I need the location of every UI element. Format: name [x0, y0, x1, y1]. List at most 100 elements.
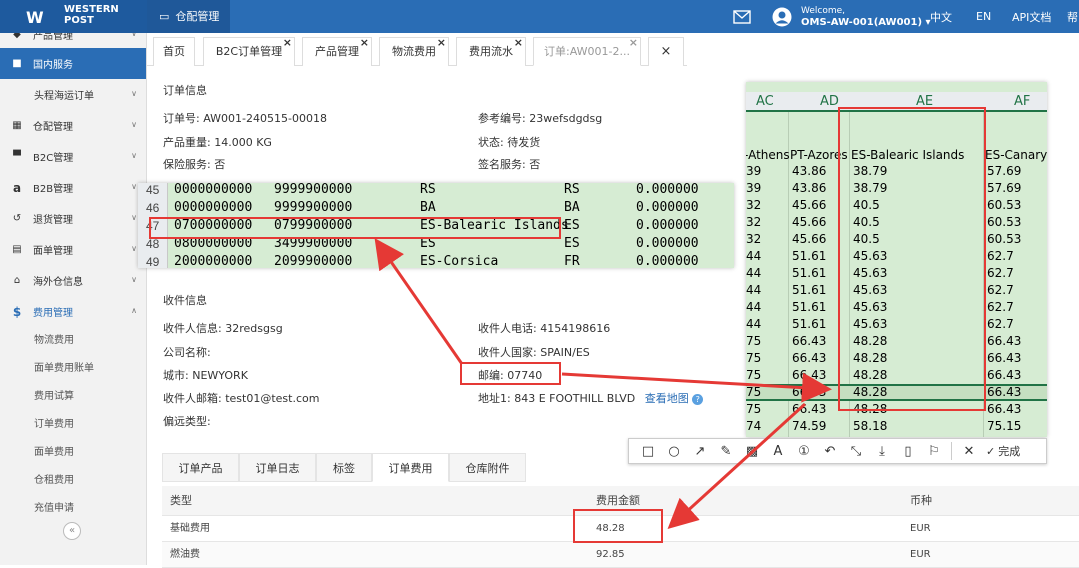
rate-cell[interactable]: 66.43	[987, 368, 1021, 382]
number-tool-icon[interactable]: ①	[791, 439, 817, 463]
rate-cell[interactable]: 43.86	[792, 164, 826, 178]
close-icon[interactable]: ×	[437, 37, 446, 48]
sheet-cell[interactable]: 0.000000	[636, 254, 699, 268]
help-link[interactable]: 帮	[1067, 0, 1078, 33]
tab-order-detail[interactable]: 订单:AW001-2... ×	[533, 37, 641, 66]
sidebar-item-returns[interactable]: ↺ 退货管理 ∨	[0, 203, 146, 234]
brand-logo[interactable]: W WESTERN POST	[0, 0, 147, 33]
rate-cell[interactable]: 45.66	[792, 232, 826, 246]
rate-cell[interactable]: 45.63	[853, 266, 887, 280]
close-icon[interactable]: ×	[360, 37, 369, 48]
rate-cell[interactable]: 66.43	[792, 385, 826, 399]
row-number[interactable]: 47	[146, 219, 159, 233]
rate-cell[interactable]: 44	[746, 317, 761, 331]
rate-cell[interactable]: 60.53	[987, 232, 1021, 246]
sheet-cell[interactable]: 0800000000	[174, 236, 252, 251]
sidebar-item-fees[interactable]: $ 费用管理 ∧	[0, 296, 146, 327]
column-letter[interactable]: AD	[820, 94, 839, 109]
rate-cell[interactable]: 40.5	[853, 215, 880, 229]
view-map-link[interactable]: 查看地图	[645, 392, 689, 405]
pen-tool-icon[interactable]: ✎	[713, 439, 739, 463]
subtab-order-log[interactable]: 订单日志	[239, 453, 316, 482]
sheet-cell[interactable]: ES-Corsica	[420, 254, 498, 268]
rate-cell[interactable]: 32	[746, 232, 761, 246]
rate-cell[interactable]: 75	[746, 351, 761, 365]
help-icon[interactable]: ?	[692, 394, 704, 405]
subtab-order-products[interactable]: 订单产品	[162, 453, 239, 482]
rate-cell[interactable]: 62.7	[987, 300, 1014, 314]
user-menu[interactable]: Welcome, OMS-AW-001(AW001) ▾	[801, 0, 931, 33]
rate-cell[interactable]: 66.43	[987, 334, 1021, 348]
api-doc-link[interactable]: API文档	[1012, 0, 1051, 33]
rate-cell[interactable]: 62.7	[987, 283, 1014, 297]
sheet-cell[interactable]: 9999900000	[274, 183, 352, 197]
sidebar-item-b2c[interactable]: ▀ B2C管理 ∨	[0, 141, 146, 172]
sheet-cell[interactable]: ES	[420, 236, 436, 251]
done-button[interactable]: ✓ 完成	[986, 443, 1020, 459]
rate-cell[interactable]: 51.61	[792, 249, 826, 263]
sidebar-item-domestic[interactable]: ■ 国内服务	[0, 48, 146, 79]
column-letter[interactable]: AC	[756, 94, 774, 109]
rate-cell[interactable]: 44	[746, 249, 761, 263]
sheet-cell[interactable]: 0.000000	[636, 236, 699, 251]
rate-cell[interactable]: 51.61	[792, 300, 826, 314]
cancel-icon[interactable]: ✕	[956, 439, 982, 463]
mosaic-tool-icon[interactable]: ▩	[739, 439, 765, 463]
rate-cell[interactable]: 39	[746, 181, 761, 195]
sheet-cell[interactable]: 2000000000	[174, 254, 252, 268]
sidebar-sub-order-fee[interactable]: 订单费用	[0, 411, 146, 439]
rate-cell[interactable]: 74	[746, 419, 761, 433]
rate-cell[interactable]: 40.5	[853, 232, 880, 246]
rate-cell[interactable]: 62.7	[987, 317, 1014, 331]
rate-cell[interactable]: 66.43	[792, 351, 826, 365]
sheet-cell[interactable]: ES	[564, 236, 580, 251]
region-header[interactable]: ES-Canary	[985, 148, 1047, 162]
row-number[interactable]: 49	[146, 255, 159, 268]
rate-cell[interactable]: 74.59	[792, 419, 826, 433]
rate-cell[interactable]: 75	[746, 402, 761, 416]
rate-cell[interactable]: 62.7	[987, 266, 1014, 280]
close-icon[interactable]: ×	[514, 37, 523, 48]
rate-cell[interactable]: 75	[746, 334, 761, 348]
rate-cell[interactable]: 66.43	[987, 402, 1021, 416]
rate-cell[interactable]: 38.79	[853, 181, 887, 195]
rate-cell[interactable]: 57.69	[987, 181, 1021, 195]
rate-cell[interactable]: 62.7	[987, 249, 1014, 263]
download-icon[interactable]: ⤓	[869, 439, 895, 463]
user-avatar-icon[interactable]	[772, 0, 792, 33]
rate-cell[interactable]: 45.63	[853, 317, 887, 331]
subtab-warehouse-attachment[interactable]: 仓库附件	[449, 453, 526, 482]
sheet-cell[interactable]: RS	[564, 183, 580, 197]
rate-cell[interactable]: 39	[746, 164, 761, 178]
column-letter[interactable]: AE	[916, 94, 933, 109]
sidebar-sub-recharge[interactable]: 充值申请	[0, 495, 146, 523]
sidebar-item-warehouse[interactable]: ▦ 仓配管理 ∨	[0, 110, 146, 141]
sidebar-item-first-leg[interactable]: 头程海运订单 ∨	[0, 79, 146, 110]
rate-cell[interactable]: 43.86	[792, 181, 826, 195]
rate-cell[interactable]: 45.63	[853, 283, 887, 297]
sidebar-sub-fee-calc[interactable]: 费用试算	[0, 383, 146, 411]
rate-cell[interactable]: 75	[746, 368, 761, 382]
sidebar-item-b2b[interactable]: a B2B管理 ∨	[0, 172, 146, 203]
rate-cell[interactable]: 66.43	[987, 385, 1021, 399]
region-header[interactable]: PT-Azores	[790, 148, 848, 162]
sheet-cell[interactable]: 0700000000	[174, 218, 252, 233]
sheet-cell[interactable]: RS	[420, 183, 436, 197]
sheet-cell[interactable]: 0.000000	[636, 183, 699, 197]
sheet-cell[interactable]: ES	[564, 218, 580, 233]
rate-cell[interactable]: 51.61	[792, 283, 826, 297]
row-number[interactable]: 48	[146, 237, 159, 251]
rate-cell[interactable]: 44	[746, 300, 761, 314]
rate-cell[interactable]: 45.63	[853, 300, 887, 314]
tab-fee-flow[interactable]: 费用流水 ×	[456, 37, 526, 66]
sheet-cell[interactable]: BA	[420, 200, 436, 215]
region-header[interactable]: ES-Balearic Islands	[851, 148, 964, 162]
rate-cell[interactable]: 48.28	[853, 351, 887, 365]
sidebar-sub-storage-fee[interactable]: 仓租费用	[0, 467, 146, 495]
row-number[interactable]: 46	[146, 201, 159, 215]
close-icon[interactable]: ×	[283, 37, 292, 48]
rate-cell[interactable]: 60.53	[987, 198, 1021, 212]
sheet-cell[interactable]: ES-Balearic Islands	[420, 218, 569, 233]
undo-icon[interactable]: ↶	[817, 439, 843, 463]
phone-icon[interactable]: ▯	[895, 439, 921, 463]
